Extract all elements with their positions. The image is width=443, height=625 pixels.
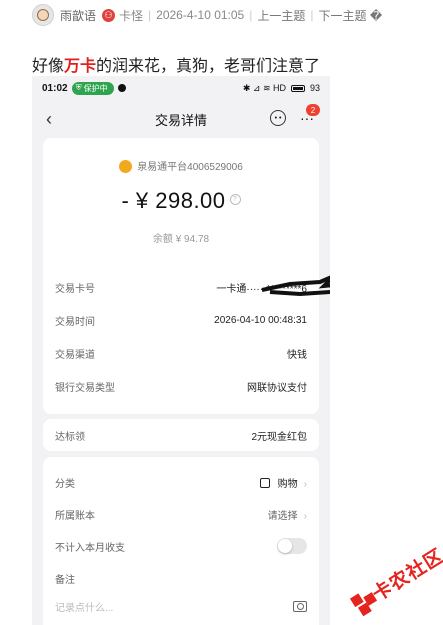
phone-screenshot: 01:02 ⛨ 保护中 ✱ ⊿ ≋ HD 93 ‹ 交易详情 • • ··· 2 …: [32, 76, 330, 625]
avatar-face-icon: [37, 9, 49, 21]
divider: |: [249, 8, 253, 22]
protection-badge: ⛨ 保护中: [71, 81, 114, 95]
amount-row: - ¥ 298.00?: [43, 188, 319, 214]
shopping-bag-icon: [259, 477, 270, 488]
signal-icons: ✱ ⊿ ≋ HD: [242, 82, 286, 93]
exclude-label: 不计入本月收支: [55, 542, 125, 554]
transaction-amount: - ¥ 298.00: [121, 188, 226, 213]
nav-bar: ‹ 交易详情 • • ··· 2: [32, 100, 330, 138]
protection-label: 保护中: [83, 83, 108, 93]
balance-text: 余额 ¥ 94.78: [152, 234, 210, 245]
notification-dot-icon: [117, 84, 126, 92]
detail-label: 交易渠道: [55, 349, 95, 361]
status-time: 01:02: [42, 82, 68, 94]
post-text-suffix: 的润来花，真狗，老哥们注意了: [96, 58, 321, 75]
exclude-toggle[interactable]: [277, 538, 307, 554]
divider: |: [310, 8, 314, 22]
status-icons: ✱ ⊿ ≋ HD 93: [243, 83, 320, 94]
post-text-highlight: 万卡: [64, 58, 97, 75]
detail-row-time: 交易时间 2026-04-10 00:48:31: [55, 311, 307, 329]
status-bar: 01:02 ⛨ 保护中 ✱ ⊿ ≋ HD 93: [32, 76, 330, 100]
next-topic-link[interactable]: 下一主题 �: [319, 7, 383, 24]
exclude-row: 不计入本月收支: [55, 537, 307, 555]
note-input[interactable]: 记录点什么...: [55, 599, 113, 614]
category-row[interactable]: 分类 购物 ›: [55, 473, 307, 491]
reward-label: 达标领: [55, 431, 85, 443]
detail-value: 网联协议支付: [247, 382, 307, 394]
post-body-text: 好像万卡的润来花，真狗，老哥们注意了: [32, 52, 320, 76]
note-label-row: 备注: [55, 569, 307, 587]
detail-value: 2026-04-10 00:48:31: [214, 314, 307, 326]
category-label: 分类: [55, 478, 75, 490]
category-value: 购物 ›: [259, 475, 307, 490]
account-book-value: 请选择 ›: [268, 507, 307, 522]
account-book-label: 所属账本: [55, 510, 95, 522]
reward-row: 达标领 2元现金红包: [55, 426, 307, 444]
battery-level: 93: [309, 83, 320, 93]
shield-icon: ⛨: [75, 83, 82, 92]
detail-row-card: 交易卡号 一卡通······*********6: [55, 275, 330, 296]
watermark-text: 卡农社区: [369, 545, 443, 606]
prev-topic-link[interactable]: 上一主题: [257, 7, 305, 24]
notification-badge: 2: [306, 104, 320, 116]
account-book-placeholder: 请选择: [267, 510, 298, 522]
user-avatar[interactable]: [32, 4, 54, 26]
settings-card: 分类 购物 › 所属账本 请选择 › 不计入本月收支 备注 记录点什么...: [43, 457, 319, 625]
back-icon[interactable]: ‹: [46, 109, 52, 130]
battery-icon: [290, 84, 305, 92]
detail-row-channel: 交易渠道 快钱: [55, 344, 307, 362]
note-label: 备注: [55, 574, 75, 586]
reward-value: 2元现金红包: [251, 431, 307, 443]
author-role: 卡怪: [119, 8, 144, 23]
assistant-icon[interactable]: • •: [270, 110, 286, 126]
reward-card[interactable]: 达标领 2元现金红包: [43, 419, 319, 451]
category-value-text: 购物: [277, 478, 298, 490]
chevron-right-icon: ›: [303, 478, 307, 490]
divider: |: [148, 8, 152, 22]
post-text-prefix: 好像: [32, 58, 65, 75]
site-watermark: 卡农社区: [330, 518, 443, 625]
redaction-scribble: [262, 275, 330, 296]
user-role-icon: ⚇: [102, 8, 116, 22]
detail-row-type: 银行交易类型 网联协议支付: [55, 377, 307, 395]
chevron-right-icon: ›: [303, 510, 307, 522]
detail-value: 快钱: [287, 349, 307, 361]
detail-label: 交易时间: [55, 316, 95, 328]
post-date: 2026-4-10 01:05: [156, 8, 245, 22]
merchant-name: 泉易通平台4006529006: [137, 162, 243, 173]
transaction-card: 泉易通平台4006529006 - ¥ 298.00? 余额 ¥ 94.78 交…: [43, 138, 330, 414]
author-name[interactable]: 雨歆语: [60, 7, 96, 24]
merchant-logo-icon: [119, 159, 133, 173]
detail-label: 交易卡号: [55, 283, 95, 295]
post-header: 雨歆语 ⚇ 卡怪 | 2026-4-10 01:05 | 上一主题 | 下一主题…: [0, 0, 443, 30]
help-icon[interactable]: ?: [229, 193, 241, 205]
detail-label: 银行交易类型: [55, 382, 115, 394]
detail-value: 一卡通······*********6: [216, 275, 330, 296]
camera-icon[interactable]: [293, 600, 307, 612]
merchant-row: 泉易通平台4006529006: [43, 158, 319, 174]
account-book-row[interactable]: 所属账本 请选择 ›: [55, 505, 307, 523]
note-input-row: 记录点什么...: [55, 597, 307, 615]
